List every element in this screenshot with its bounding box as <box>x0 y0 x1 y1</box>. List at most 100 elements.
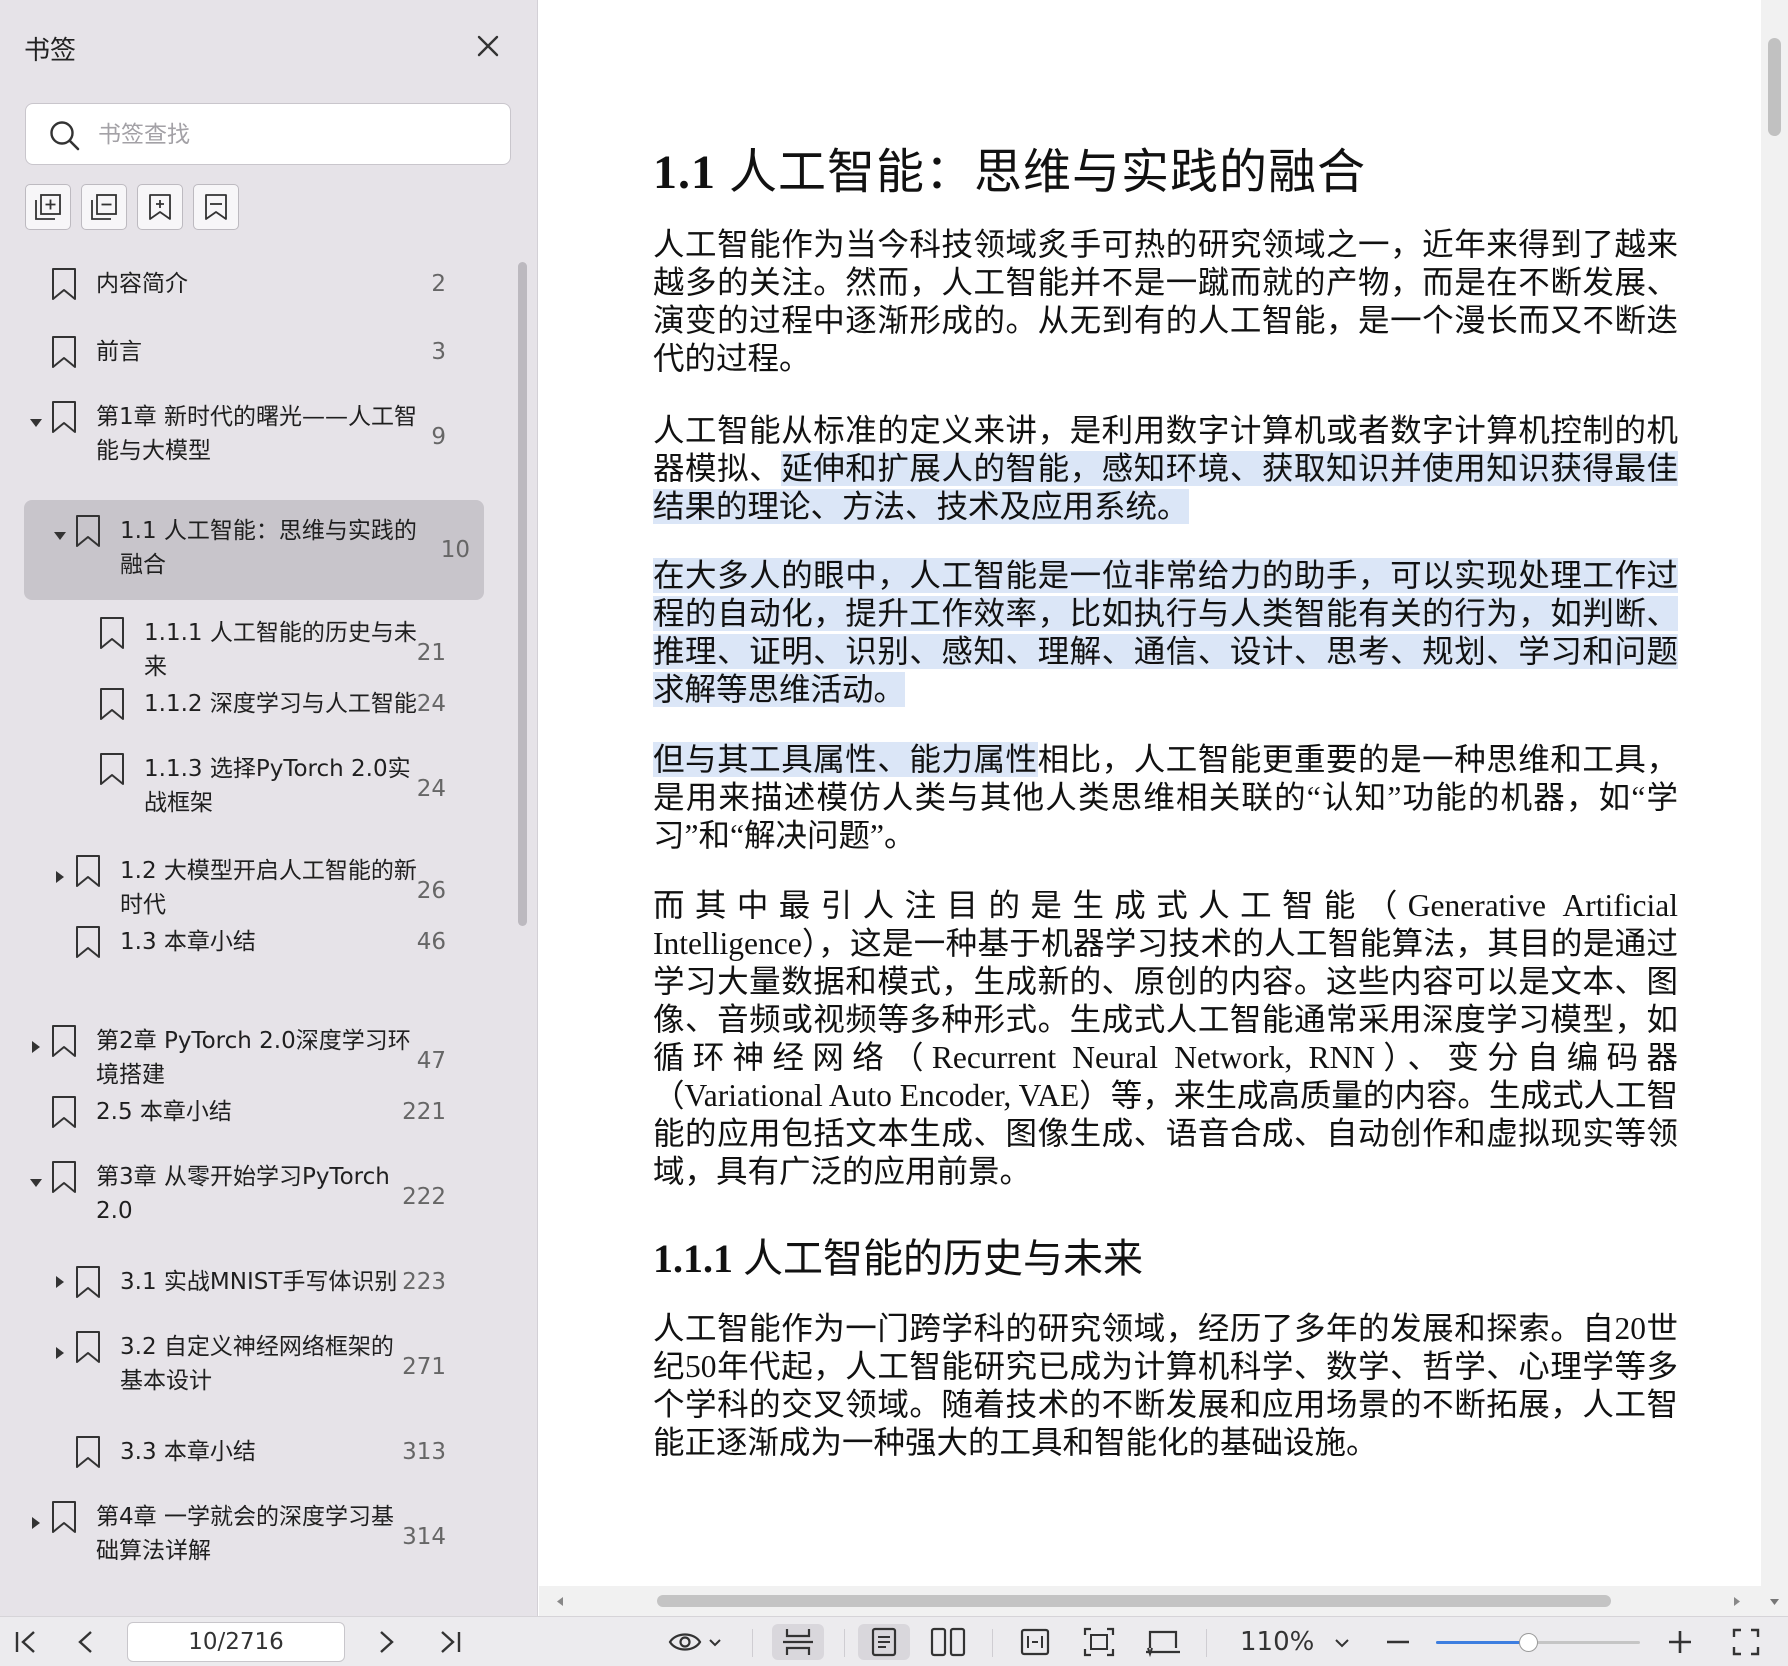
horizontal-scroll-thumb[interactable] <box>657 1595 1611 1607</box>
text-run: 人工智能作为当今科技领域炙手可热的研究领域之一，近年来得到了越来越多的关注。然而… <box>653 227 1678 376</box>
fit-width-icon[interactable] <box>1010 1624 1060 1660</box>
toolbar-divider <box>992 1629 993 1657</box>
bookmark-label: 第3章 从零开始学习PyTorch 2.0 <box>96 1160 390 1228</box>
bookmark-page-number: 21 <box>416 640 446 666</box>
caret-right-icon[interactable] <box>52 1274 68 1290</box>
bookmark-search-box[interactable] <box>25 103 511 165</box>
horizontal-scrollbar[interactable] <box>539 1586 1761 1616</box>
bookmark-icon <box>100 617 124 649</box>
bookmark-label-line: 1.3 本章小结 <box>120 929 256 955</box>
continuous-scroll-icon[interactable] <box>772 1624 824 1660</box>
toolbar-divider <box>844 1629 845 1657</box>
bookmark-item[interactable]: 3.2 自定义神经网络框架的 基本设计 271 <box>0 1316 484 1418</box>
bookmark-page-number: 271 <box>402 1354 446 1380</box>
scroll-left-arrow-icon[interactable] <box>555 1596 566 1607</box>
bookmark-icon <box>52 1025 76 1057</box>
caret-down-icon[interactable] <box>52 528 68 544</box>
two-page-icon[interactable] <box>922 1624 974 1660</box>
bookmark-label-line: 基本设计 <box>120 1368 212 1394</box>
caret-right-icon[interactable] <box>28 1515 44 1531</box>
subsection-heading: 1.1.1 人工智能的历史与未来 <box>653 1226 1143 1284</box>
scroll-right-arrow-icon[interactable] <box>1731 1596 1742 1607</box>
bookmark-item[interactable]: 第3章 从零开始学习PyTorch 2.0 222 <box>0 1146 484 1248</box>
next-page-icon[interactable] <box>368 1624 404 1660</box>
bookmark-icon <box>52 1096 76 1128</box>
vertical-scrollbar[interactable] <box>1761 0 1788 1616</box>
bookmark-label-line: 内容简介 <box>96 271 188 297</box>
eye-protection-dropdown[interactable] <box>666 1624 726 1660</box>
bookmark-label: 2.5 本章小结 <box>96 1095 232 1129</box>
bookmark-list: 内容简介 2 前言 3 第1章 新时代的曙光——人工智 能与大模型 9 1.1 人工智能：思维… <box>0 250 520 1616</box>
paragraph-2: 人工智能从标准的定义来讲，是利用数字计算机或者数字计算机控制的机器模拟、延伸和扩… <box>653 412 1678 526</box>
paragraph-5: 而其中最引人注目的是生成式人工智能（Generative Artificial … <box>653 887 1678 1191</box>
bookmark-item[interactable]: 第1章 新时代的曙光——人工智 能与大模型 9 <box>0 386 484 488</box>
bookmark-item[interactable]: 1.1.2 深度学习与人工智能 24 <box>0 670 484 738</box>
last-page-icon[interactable] <box>432 1624 468 1660</box>
bookmark-label-line: 1.1 人工智能：思维与实践的 <box>120 518 417 544</box>
bookmark-item[interactable]: 3.1 实战MNIST手写体识别 223 <box>0 1248 484 1316</box>
bookmark-button[interactable] <box>193 184 239 230</box>
bookmark-icon <box>76 515 100 547</box>
bookmark-item[interactable]: 1.1 人工智能：思维与实践的 融合 10 <box>24 500 484 600</box>
caret-right-icon[interactable] <box>52 1345 68 1361</box>
bookmark-icon <box>100 753 124 785</box>
rotate-page-icon[interactable] <box>1138 1624 1188 1660</box>
page-number-field[interactable]: 10/2716 <box>127 1622 345 1662</box>
zoom-slider[interactable] <box>1436 1633 1640 1652</box>
bookmark-label: 前言 <box>96 335 142 369</box>
bookmark-label-line: 3.3 本章小结 <box>120 1439 256 1465</box>
caret-right-icon[interactable] <box>52 869 68 885</box>
bookmark-label: 第4章 一学就会的深度学习基 础算法详解 <box>96 1500 394 1568</box>
bookmark-icon <box>76 1436 100 1468</box>
section-heading: 1.1 人工智能：思维与实践的融合 <box>653 132 1366 202</box>
search-icon <box>50 121 80 151</box>
zoom-slider-fill <box>1436 1641 1528 1644</box>
panel-title: 书签 <box>24 36 77 66</box>
bookmark-label: 1.1 人工智能：思维与实践的 融合 <box>120 514 417 582</box>
vertical-scroll-thumb[interactable] <box>1768 38 1781 136</box>
sidebar-scrollbar[interactable] <box>518 262 527 926</box>
zoom-dropdown-icon[interactable] <box>1330 1624 1354 1660</box>
expand-all-button[interactable] <box>25 184 71 230</box>
zoom-level[interactable]: 110% <box>1240 1627 1314 1657</box>
add-bookmark-button[interactable] <box>137 184 183 230</box>
document-page: 1.1 人工智能：思维与实践的融合 人工智能作为当今科技领域炙手可热的研究领域之… <box>539 0 1761 1586</box>
bookmark-label: 3.2 自定义神经网络框架的 基本设计 <box>120 1330 394 1398</box>
first-page-icon[interactable] <box>8 1624 44 1660</box>
bookmark-panel: 书签 内容简介 2 前言 3 第1章 新时代的曙光——人工智能与大模型9 1.1 人工智能… <box>0 0 538 1616</box>
collapse-all-icon <box>91 194 117 220</box>
bookmark-item[interactable]: 内容简介 2 <box>0 250 484 318</box>
paragraph-1: 人工智能作为当今科技领域炙手可热的研究领域之一，近年来得到了越来越多的关注。然而… <box>653 226 1678 378</box>
caret-down-icon[interactable] <box>28 1175 44 1191</box>
bookmark-label: 1.3 本章小结 <box>120 925 256 959</box>
bookmark-search-input[interactable] <box>98 114 498 156</box>
scroll-down-arrow-icon[interactable] <box>1769 1596 1780 1607</box>
bookmark-item[interactable]: 第4章 一学就会的深度学习基 础算法详解 314 <box>0 1486 484 1588</box>
bookmark-icon <box>52 268 76 300</box>
highlighted-text: 但与其工具属性、能力属性 <box>653 742 1038 777</box>
toolbar-divider <box>752 1629 753 1657</box>
bookmark-item[interactable]: 3.3 本章小结 313 <box>0 1418 484 1486</box>
bookmark-label-line: 融合 <box>120 552 166 578</box>
zoom-slider-handle[interactable] <box>1518 1633 1538 1652</box>
bookmark-item[interactable]: 1.1.3 选择PyTorch 2.0实 战框架 24 <box>0 738 484 840</box>
fit-page-icon[interactable] <box>1074 1624 1124 1660</box>
zoom-in-icon[interactable] <box>1662 1624 1698 1660</box>
close-panel-icon[interactable] <box>470 28 506 64</box>
paragraph-4: 但与其工具属性、能力属性相比，人工智能更重要的是一种思维和工具，是用来描述模仿人… <box>653 741 1678 855</box>
bookmark-item[interactable]: 前言 3 <box>0 318 484 386</box>
bookmark-page-number: 26 <box>416 878 446 904</box>
add-bookmark-icon <box>149 194 171 220</box>
zoom-out-icon[interactable] <box>1380 1624 1416 1660</box>
single-page-icon[interactable] <box>858 1624 910 1660</box>
collapse-all-button[interactable] <box>81 184 127 230</box>
previous-page-icon[interactable] <box>68 1624 104 1660</box>
bookmark-icon <box>76 1331 100 1363</box>
bookmark-label-line: 3.2 自定义神经网络框架的 <box>120 1334 394 1360</box>
bookmark-item[interactable]: 1.3 本章小结 46 <box>0 908 484 976</box>
fullscreen-icon[interactable] <box>1728 1624 1764 1660</box>
bookmark-item[interactable]: 2.5 本章小结 221 <box>0 1078 484 1146</box>
caret-down-icon[interactable] <box>28 415 44 431</box>
bookmark-page-number: 9 <box>431 424 446 450</box>
caret-right-icon[interactable] <box>28 1039 44 1055</box>
